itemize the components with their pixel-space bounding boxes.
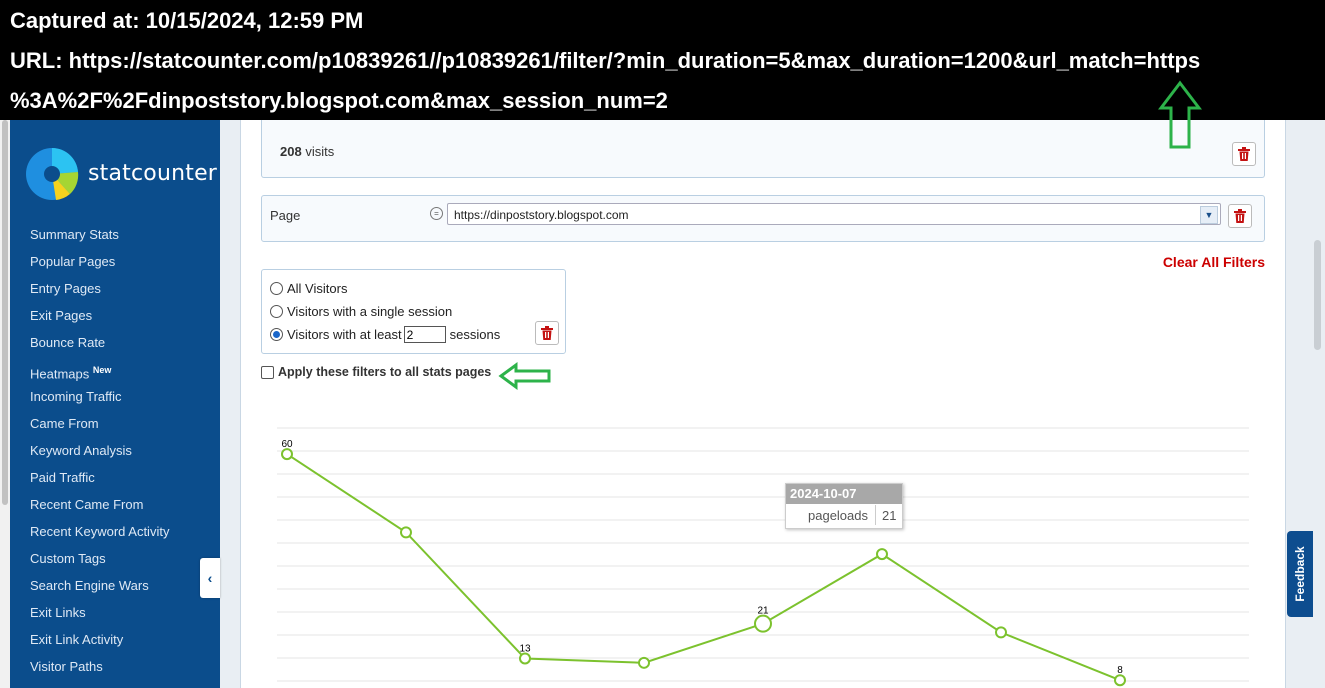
sidebar-item-bounce-rate[interactable]: Bounce Rate — [30, 333, 169, 360]
sidebar-item-recent-came-from[interactable]: Recent Came From — [30, 495, 169, 522]
tooltip-date: 2024-10-07 — [786, 484, 902, 504]
sidebar-item-exit-links[interactable]: Exit Links — [30, 603, 169, 630]
sidebar-item-label: Visitor Paths — [30, 659, 103, 674]
annotation-left-arrow-icon — [498, 362, 551, 390]
chart-data-point[interactable] — [638, 656, 650, 669]
capture-timestamp: Captured at: 10/15/2024, 12:59 PM — [10, 8, 364, 33]
sidebar-item-search-engine-wars[interactable]: Search Engine Wars — [30, 576, 169, 603]
sidebar-item-label: Recent Keyword Activity — [30, 524, 170, 539]
tooltip-value: 21 — [882, 508, 897, 523]
annotation-up-arrow-icon — [1158, 80, 1202, 149]
sidebar-item-heatmaps[interactable]: Heatmaps New — [30, 360, 169, 387]
new-badge: New — [92, 365, 112, 375]
sidebar-item-summary-stats[interactable]: Summary Stats — [30, 225, 169, 252]
chart-tooltip: 2024-10-07 pageloads 21 — [785, 483, 903, 529]
chart-data-point[interactable] — [400, 526, 412, 539]
capture-banner: Captured at: 10/15/2024, 12:59 PM URL: h… — [0, 0, 1325, 120]
sidebar-item-label: Bounce Rate — [30, 335, 106, 350]
sidebar-item-label: Exit Links — [30, 605, 86, 620]
sidebar-item-label: Exit Pages — [30, 308, 93, 323]
sidebar-item-entry-pages[interactable]: Entry Pages — [30, 279, 169, 306]
feedback-label: Feedback — [1293, 546, 1307, 602]
main-panel: 208 visits Page = https://dinpoststory.b… — [240, 118, 1286, 688]
sidebar-item-label: Custom Tags — [30, 551, 106, 566]
statcounter-logo-icon — [26, 147, 79, 200]
chart-data-label: 8 — [1117, 665, 1123, 676]
sidebar-item-keyword-analysis[interactable]: Keyword Analysis — [30, 441, 169, 468]
sidebar-item-label: Keyword Analysis — [30, 443, 132, 458]
sidebar-item-exit-link-activity[interactable]: Exit Link Activity — [30, 630, 169, 657]
chart-data-point[interactable] — [281, 448, 293, 461]
sidebar-item-label: Exit Link Activity — [30, 632, 124, 647]
left-scrollbar[interactable] — [0, 120, 10, 688]
left-scrollbar-thumb[interactable] — [2, 120, 8, 505]
sidebar-item-recent-keyword-activity[interactable]: Recent Keyword Activity — [30, 522, 169, 549]
pageloads-line-chart: 60 13 21 8 — [277, 427, 1249, 687]
capture-url-line-1: URL: https://statcounter.com/p10839261//… — [10, 48, 1201, 73]
sidebar-item-paid-traffic[interactable]: Paid Traffic — [30, 468, 169, 495]
sidebar-item-label: Entry Pages — [30, 281, 101, 296]
brand-name: statcounter — [88, 160, 218, 186]
chart-series-line — [286, 453, 1121, 682]
chart-data-label: 60 — [281, 439, 293, 450]
sidebar-item-custom-tags[interactable]: Custom Tags — [30, 549, 169, 576]
sidebar: statcounter Summary Stats Popular Pages … — [10, 120, 220, 688]
chart-data-label: 13 — [519, 643, 531, 654]
sidebar-item-visitor-paths[interactable]: Visitor Paths — [30, 657, 169, 684]
chart-data-label: 21 — [757, 606, 769, 617]
sidebar-item-label: Came From — [30, 416, 99, 431]
sidebar-item-label: Popular Pages — [30, 254, 116, 269]
chart-data-point[interactable] — [995, 626, 1007, 639]
chart-data-point[interactable] — [876, 548, 888, 561]
sidebar-item-label: Recent Came From — [30, 497, 144, 512]
sidebar-item-label: Search Engine Wars — [30, 578, 149, 593]
sidebar-item-label: Incoming Traffic — [30, 389, 122, 404]
tooltip-separator — [875, 505, 876, 525]
sidebar-item-came-from[interactable]: Came From — [30, 414, 169, 441]
capture-url-line-2: %3A%2F%2Fdinpoststory.blogspot.com&max_s… — [10, 88, 668, 113]
feedback-tab[interactable]: Feedback — [1287, 531, 1313, 617]
tooltip-metric: pageloads — [808, 508, 868, 523]
chart-data-point[interactable] — [754, 614, 772, 633]
sidebar-item-exit-pages[interactable]: Exit Pages — [30, 306, 169, 333]
right-scrollbar-thumb[interactable] — [1314, 240, 1321, 350]
sidebar-item-popular-pages[interactable]: Popular Pages — [30, 252, 169, 279]
sidebar-collapse-button[interactable]: ‹ — [200, 558, 220, 598]
sidebar-item-incoming-traffic[interactable]: Incoming Traffic — [30, 387, 169, 414]
chart-data-point[interactable] — [519, 652, 531, 665]
statcounter-logo[interactable]: statcounter — [26, 144, 217, 202]
sidebar-item-label: Heatmaps — [30, 366, 90, 382]
chart-data-point[interactable] — [1114, 674, 1126, 687]
sidebar-item-label: Summary Stats — [30, 227, 119, 242]
chevron-left-icon: ‹ — [207, 570, 213, 586]
sidebar-nav: Summary Stats Popular Pages Entry Pages … — [30, 225, 169, 684]
sidebar-item-label: Paid Traffic — [30, 470, 95, 485]
